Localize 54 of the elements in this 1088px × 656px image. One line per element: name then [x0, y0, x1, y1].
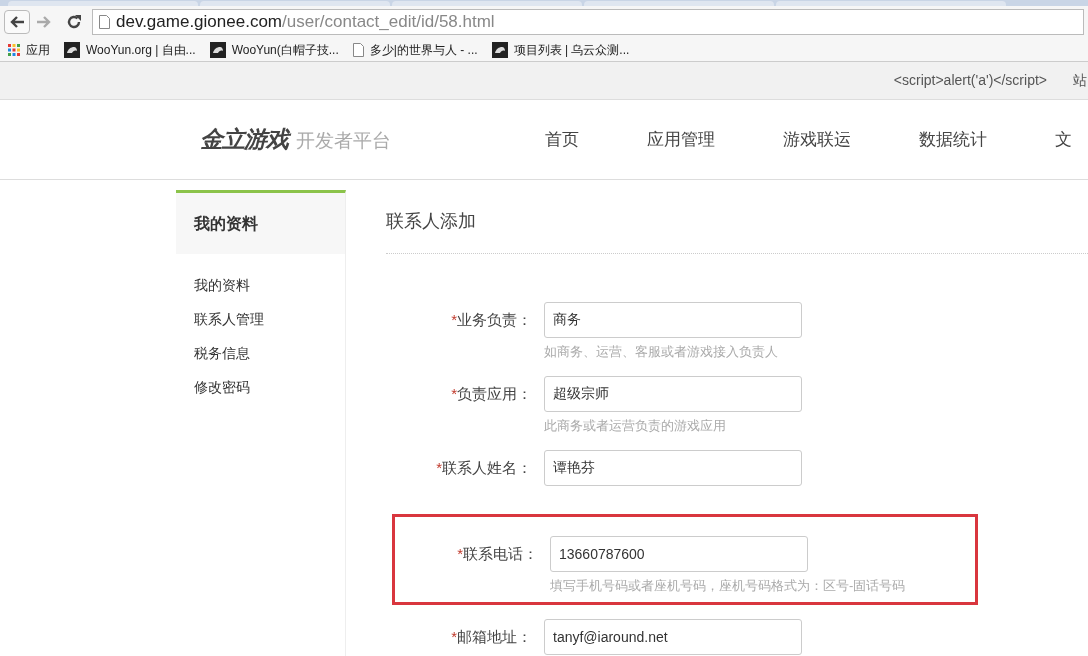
nav-link[interactable]: 文	[1055, 126, 1072, 153]
bookmark-link[interactable]: 应用	[26, 40, 50, 59]
form-title: 联系人添加	[386, 190, 1088, 254]
text-input[interactable]: 13660787600	[550, 536, 808, 572]
text-input[interactable]: tanyf@iaround.net	[544, 619, 802, 655]
url-host: dev.game.gionee.com	[116, 12, 282, 32]
site-favicon-icon	[64, 41, 80, 58]
top-link[interactable]: 站	[1073, 70, 1087, 91]
field-hint: 填写手机号码或者座机号码，座机号码格式为：区号-固话号码	[550, 577, 907, 595]
logo-subtitle: 开发者平台	[296, 129, 391, 154]
required-asterisk: *	[451, 383, 457, 404]
bookmark-link[interactable]: WooYun(白帽子技...	[231, 40, 339, 59]
browser-tab[interactable]	[776, 1, 1006, 6]
nav-link[interactable]: 游戏联运	[783, 126, 851, 153]
nav-link[interactable]: 首页	[545, 126, 579, 153]
sidebar-link[interactable]: 税务信息	[194, 342, 250, 364]
back-arrow-icon	[9, 15, 25, 29]
sidebar-link[interactable]: 我的资料	[194, 274, 250, 296]
sidebar-title: 我的资料	[176, 193, 345, 254]
site-favicon-icon	[209, 41, 226, 58]
address-bar[interactable]: dev.game.gionee.com/user/contact_edit/id/58.html	[92, 9, 1084, 35]
bookmark-link[interactable]: WooYun.org | 自由...	[86, 40, 196, 59]
sidebar-link[interactable]: 修改密码	[194, 376, 250, 398]
text-input[interactable]: 商务	[544, 302, 802, 338]
top-link[interactable]: <script>alert('a')</script>	[893, 70, 1047, 91]
text-input[interactable]: 谭艳芬	[544, 450, 802, 486]
required-asterisk: *	[436, 457, 442, 478]
required-asterisk: *	[451, 309, 457, 330]
browser-tab[interactable]	[584, 1, 774, 6]
page-icon	[352, 42, 364, 57]
field-label: 联系人姓名：	[442, 457, 532, 478]
url-path: /user/contact_edit/id/58.html	[282, 12, 495, 32]
back-button[interactable]	[4, 10, 30, 34]
bookmark-link[interactable]: 多少|的世界与人 - ...	[369, 40, 478, 59]
nav-link[interactable]: 应用管理	[647, 126, 715, 153]
browser-tab[interactable]	[200, 1, 390, 6]
field-label: 业务负责：	[457, 309, 532, 330]
field-label: 负责应用：	[457, 383, 532, 404]
forward-arrow-icon[interactable]	[36, 15, 52, 29]
required-asterisk: *	[451, 626, 457, 647]
reload-icon[interactable]	[66, 14, 82, 30]
page-icon	[99, 15, 110, 29]
browser-tab[interactable]	[392, 1, 582, 6]
field-hint: 如商务、运营、客服或者游戏接入负责人	[544, 343, 779, 361]
required-asterisk: *	[457, 543, 463, 564]
bookmark-link[interactable]: 项目列表 | 乌云众测...	[513, 40, 630, 59]
text-input[interactable]: 超级宗师	[544, 376, 802, 412]
apps-grid-icon	[8, 43, 20, 56]
field-hint: 此商务或者运营负责的游戏应用	[544, 417, 727, 435]
sidebar-link[interactable]: 联系人管理	[194, 308, 264, 330]
nav-link[interactable]: 数据统计	[919, 126, 987, 153]
field-label: 邮箱地址：	[457, 626, 532, 647]
site-favicon-icon	[491, 41, 508, 58]
field-label: 联系电话：	[463, 543, 538, 564]
